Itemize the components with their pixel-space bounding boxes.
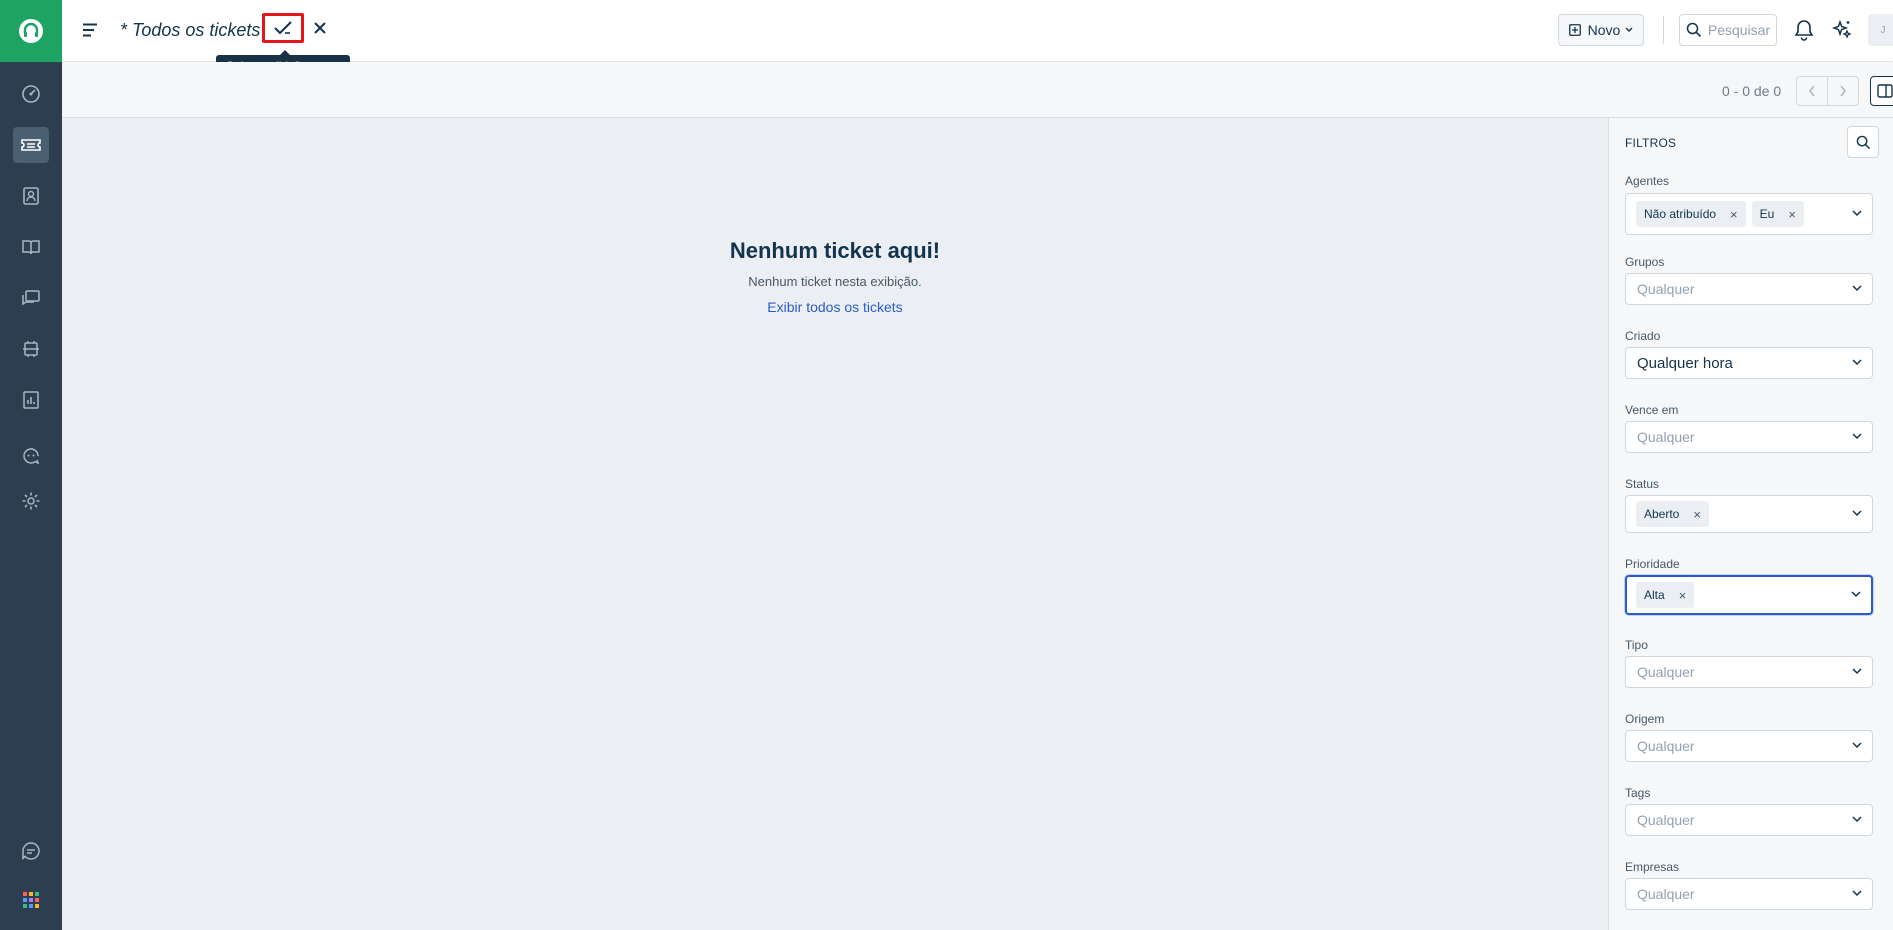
filter-label-tags: Tags xyxy=(1625,786,1651,800)
menu-icon[interactable] xyxy=(78,18,102,42)
filter-label-tipo: Tipo xyxy=(1625,638,1648,652)
filter-label-agentes: Agentes xyxy=(1625,174,1670,188)
knowledge-base-icon[interactable] xyxy=(13,229,49,265)
filter-label-origem: Origem xyxy=(1625,712,1665,726)
apps-grid-icon[interactable] xyxy=(13,882,49,918)
chevron-down-icon xyxy=(1852,890,1862,897)
header-divider xyxy=(1663,16,1664,44)
notifications-bell-icon[interactable] xyxy=(1790,16,1818,44)
search-icon xyxy=(1686,22,1701,38)
plus-square-icon xyxy=(1568,24,1581,36)
filter-agentes-select[interactable]: Não atribuído × Eu × xyxy=(1625,193,1873,235)
close-icon xyxy=(314,22,326,34)
left-nav-rail xyxy=(0,0,62,930)
filter-chip: Alta × xyxy=(1636,582,1695,608)
chevron-down-icon xyxy=(1851,591,1861,598)
search-placeholder: Pesquisar xyxy=(1707,22,1771,38)
list-toolbar xyxy=(62,62,1893,118)
remove-chip-icon[interactable]: × xyxy=(1679,588,1687,603)
chevron-down-icon xyxy=(1625,27,1633,32)
chevron-down-icon xyxy=(1852,285,1862,292)
chip-label: Eu xyxy=(1759,207,1775,221)
remove-chip-icon[interactable]: × xyxy=(1730,207,1738,222)
chevron-down-icon xyxy=(1852,510,1862,517)
filter-tipo-select[interactable]: Qualquer xyxy=(1625,656,1873,688)
filter-criado-select[interactable]: Qualquer hora xyxy=(1625,347,1873,379)
bot-icon[interactable] xyxy=(13,438,49,474)
chip-label: Alta xyxy=(1644,588,1665,602)
chevron-down-icon xyxy=(1852,742,1862,749)
freshdesk-logo[interactable] xyxy=(0,0,62,62)
chevron-down-icon xyxy=(1852,210,1862,217)
assets-icon[interactable] xyxy=(13,331,49,367)
remove-chip-icon[interactable]: × xyxy=(1693,507,1701,522)
chevron-left-icon xyxy=(1809,85,1815,97)
filter-placeholder: Qualquer xyxy=(1637,886,1695,902)
ticket-list-area: Nenhum ticket aqui! Nenhum ticket nesta … xyxy=(62,118,1608,930)
pagination-count: 0 - 0 de 0 xyxy=(1722,83,1782,99)
filters-panel: FILTROS Agentes Não atribuído × Eu × Grupo… xyxy=(1608,118,1893,930)
filter-label-status: Status xyxy=(1625,477,1660,491)
previous-page-button[interactable] xyxy=(1796,76,1828,106)
chevron-down-icon xyxy=(1852,433,1862,440)
filter-chip: Aberto × xyxy=(1636,501,1709,527)
conversations-icon[interactable] xyxy=(13,280,49,316)
filter-value: Qualquer hora xyxy=(1637,354,1733,372)
toggle-filters-panel-button[interactable] xyxy=(1870,76,1893,106)
chat-icon[interactable] xyxy=(13,833,49,869)
filter-chip: Eu × xyxy=(1751,201,1804,227)
filter-empresas-select[interactable]: Qualquer xyxy=(1625,878,1873,910)
filter-grupos-select[interactable]: Qualquer xyxy=(1625,273,1873,305)
next-page-button[interactable] xyxy=(1827,76,1859,106)
filter-label-vence-em: Vence em xyxy=(1625,403,1679,417)
filter-tags-select[interactable]: Qualquer xyxy=(1625,804,1873,836)
filter-chip: Não atribuído × xyxy=(1636,201,1746,227)
empty-state-subtitle: Nenhum ticket nesta exibição. xyxy=(748,274,922,289)
filter-label-criado: Criado xyxy=(1625,329,1661,343)
filter-placeholder: Qualquer xyxy=(1637,281,1695,297)
tickets-icon[interactable] xyxy=(13,127,49,163)
contacts-icon[interactable] xyxy=(13,178,49,214)
filter-label-empresas: Empresas xyxy=(1625,860,1680,874)
chevron-down-icon xyxy=(1852,668,1862,675)
filters-title: FILTROS xyxy=(1625,136,1677,150)
save-view-button[interactable] xyxy=(262,13,304,43)
filter-origem-select[interactable]: Qualquer xyxy=(1625,730,1873,762)
user-avatar[interactable]: J xyxy=(1868,14,1893,46)
filter-prioridade-select[interactable]: Alta × xyxy=(1625,575,1873,615)
filter-placeholder: Qualquer xyxy=(1637,429,1695,445)
chip-label: Aberto xyxy=(1644,507,1680,521)
chevron-down-icon xyxy=(1852,359,1862,366)
sidebar-panel-icon xyxy=(1877,84,1893,98)
filter-placeholder: Qualquer xyxy=(1637,664,1695,680)
filter-placeholder: Qualquer xyxy=(1637,738,1695,754)
ai-assistant-icon[interactable] xyxy=(1828,16,1856,44)
reports-icon[interactable] xyxy=(13,382,49,418)
remove-chip-icon[interactable]: × xyxy=(1788,207,1796,222)
chip-label: Não atribuído xyxy=(1644,207,1717,221)
chevron-down-icon xyxy=(1852,816,1862,823)
check-icon xyxy=(274,21,292,35)
new-button[interactable]: Novo xyxy=(1558,14,1644,46)
settings-icon[interactable] xyxy=(13,483,49,519)
new-button-label: Novo xyxy=(1587,22,1621,38)
show-all-tickets-link-label[interactable]: Exibir todos os tickets xyxy=(767,299,902,315)
filter-placeholder: Qualquer xyxy=(1637,812,1695,828)
filter-label-grupos: Grupos xyxy=(1625,255,1665,269)
filter-label-prioridade: Prioridade xyxy=(1625,557,1680,571)
filter-vence-em-select[interactable]: Qualquer xyxy=(1625,421,1873,453)
chevron-right-icon xyxy=(1840,85,1846,97)
show-all-tickets-link[interactable]: Exibir todos os tickets xyxy=(62,299,1608,315)
search-button[interactable]: Pesquisar xyxy=(1679,14,1777,46)
discard-view-button[interactable] xyxy=(308,16,332,40)
filter-status-select[interactable]: Aberto × xyxy=(1625,495,1873,533)
view-title: * Todos os tickets xyxy=(120,20,261,40)
filter-search-button[interactable] xyxy=(1847,126,1879,158)
search-icon xyxy=(1856,135,1870,149)
empty-state-title: Nenhum ticket aqui! xyxy=(729,238,941,263)
dashboard-icon[interactable] xyxy=(13,76,49,112)
